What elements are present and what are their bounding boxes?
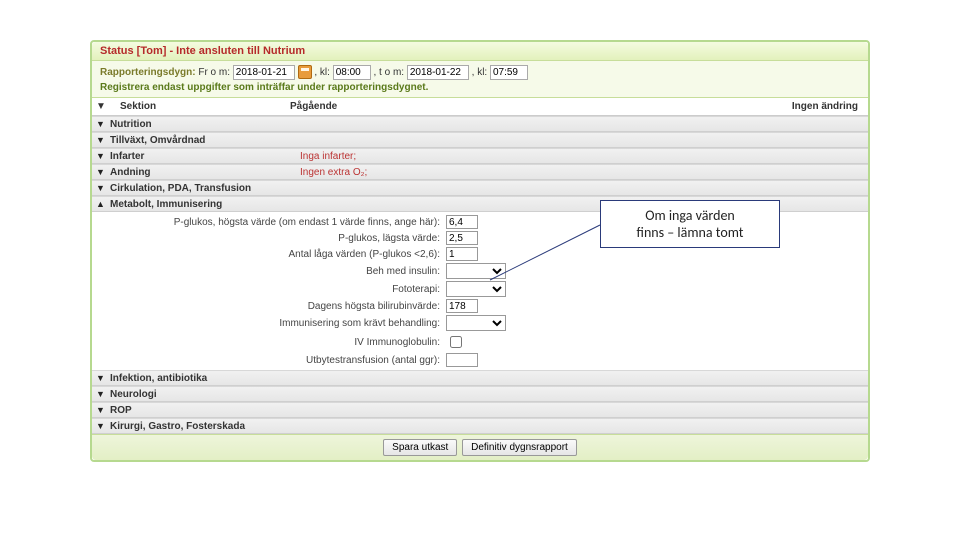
column-headers: ▼ Sektion Pågående Ingen ändring xyxy=(92,98,868,116)
section-title: Kirurgi, Gastro, Fosterskada xyxy=(110,421,300,432)
callout-line1: Om inga värden xyxy=(609,207,771,224)
field-label: IV Immunoglobulin: xyxy=(96,337,446,348)
chevron-down-icon: ▼ xyxy=(96,374,110,383)
chevron-down-icon: ▼ xyxy=(96,120,110,129)
field-label: P-glukos, högsta värde (om endast 1 värd… xyxy=(96,217,446,228)
status-text: Status [Tom] - Inte ansluten till Nutriu… xyxy=(100,45,305,57)
to-time-input[interactable] xyxy=(490,65,528,80)
col-nochange: Ingen ändring xyxy=(744,101,864,112)
kl-label-1: kl: xyxy=(320,67,330,78)
pglukos-high-input[interactable] xyxy=(446,215,478,229)
period-label: Rapporteringsdygn: xyxy=(100,67,196,78)
field-label: Dagens högsta bilirubinvärde: xyxy=(96,301,446,312)
fototerapi-select[interactable] xyxy=(446,281,506,297)
field-label: Immunisering som krävt behandling: xyxy=(96,318,446,329)
save-draft-button[interactable]: Spara utkast xyxy=(383,439,457,456)
kl-label-2: kl: xyxy=(477,67,487,78)
section-nutrition[interactable]: ▼ Nutrition xyxy=(92,116,868,132)
section-title: Andning xyxy=(110,167,300,178)
section-title: Nutrition xyxy=(110,119,300,130)
instruction-note: Registrera endast uppgifter som inträffa… xyxy=(92,82,868,98)
chevron-down-icon: ▼ xyxy=(96,184,110,193)
from-time-input[interactable] xyxy=(333,65,371,80)
footer-actions: Spara utkast Definitiv dygnsrapport xyxy=(92,434,868,460)
field-label: P-glukos, lägsta värde: xyxy=(96,233,446,244)
antal-laga-input[interactable] xyxy=(446,247,478,261)
reporting-period: Rapporteringsdygn: Fr o m: , kl: , t o m… xyxy=(92,61,868,82)
field-label: Utbytestransfusion (antal ggr): xyxy=(96,355,446,366)
chevron-down-icon: ▼ xyxy=(96,168,110,177)
section-title: Infektion, antibiotika xyxy=(110,373,300,384)
field-immunisering: Immunisering som krävt behandling: xyxy=(92,314,868,332)
field-label: Beh med insulin: xyxy=(96,266,446,277)
iv-immunoglobulin-checkbox[interactable] xyxy=(450,336,462,348)
section-andning[interactable]: ▼ Andning Ingen extra O₂; xyxy=(92,164,868,180)
field-iv-immunoglobulin: IV Immunoglobulin: xyxy=(92,332,868,352)
from-date-input[interactable] xyxy=(233,65,295,80)
col-section: Sektion xyxy=(110,101,290,112)
report-panel: Status [Tom] - Inte ansluten till Nutriu… xyxy=(90,40,870,462)
calendar-icon[interactable] xyxy=(298,65,312,79)
field-label: Antal låga värden (P-glukos <2,6): xyxy=(96,249,446,260)
section-title: Metabolt, Immunisering xyxy=(110,199,300,210)
chevron-down-icon: ▼ xyxy=(96,390,110,399)
field-label: Fototerapi: xyxy=(96,284,446,295)
immunisering-select[interactable] xyxy=(446,315,506,331)
to-date-input[interactable] xyxy=(407,65,469,80)
section-title: Cirkulation, PDA, Transfusion xyxy=(110,183,300,194)
expand-all-icon[interactable]: ▼ xyxy=(96,101,110,112)
status-bar: Status [Tom] - Inte ansluten till Nutriu… xyxy=(92,42,868,61)
annotation-callout: Om inga värden finns – lämna tomt xyxy=(600,200,780,248)
section-kirurgi[interactable]: ▼ Kirurgi, Gastro, Fosterskada xyxy=(92,418,868,434)
section-status: Inga infarter; xyxy=(300,151,864,162)
final-report-button[interactable]: Definitiv dygnsrapport xyxy=(462,439,577,456)
section-infektion[interactable]: ▼ Infektion, antibiotika xyxy=(92,370,868,386)
from-label: Fr o m: xyxy=(198,67,230,78)
chevron-down-icon: ▼ xyxy=(96,136,110,145)
section-cirkulation[interactable]: ▼ Cirkulation, PDA, Transfusion xyxy=(92,180,868,196)
chevron-down-icon: ▼ xyxy=(96,406,110,415)
chevron-down-icon: ▼ xyxy=(96,422,110,431)
field-insulin: Beh med insulin: xyxy=(92,262,868,280)
insulin-select[interactable] xyxy=(446,263,506,279)
field-antal-laga: Antal låga värden (P-glukos <2,6): xyxy=(92,246,868,262)
section-rop[interactable]: ▼ ROP xyxy=(92,402,868,418)
col-ongoing: Pågående xyxy=(290,101,744,112)
field-fototerapi: Fototerapi: xyxy=(92,280,868,298)
chevron-down-icon: ▼ xyxy=(96,152,110,161)
field-utbytestransfusion: Utbytestransfusion (antal ggr): xyxy=(92,352,868,368)
section-neurologi[interactable]: ▼ Neurologi xyxy=(92,386,868,402)
section-title: Tillväxt, Omvårdnad xyxy=(110,135,300,146)
callout-line2: finns – lämna tomt xyxy=(609,224,771,241)
section-title: ROP xyxy=(110,405,300,416)
bilirubin-input[interactable] xyxy=(446,299,478,313)
section-status: Ingen extra O₂; xyxy=(300,167,864,178)
section-tillvaxt[interactable]: ▼ Tillväxt, Omvårdnad xyxy=(92,132,868,148)
chevron-up-icon: ▲ xyxy=(96,200,110,209)
section-title: Neurologi xyxy=(110,389,300,400)
utbytestransfusion-input[interactable] xyxy=(446,353,478,367)
field-bilirubin: Dagens högsta bilirubinvärde: xyxy=(92,298,868,314)
section-title: Infarter xyxy=(110,151,300,162)
section-infarter[interactable]: ▼ Infarter Inga infarter; xyxy=(92,148,868,164)
to-label: t o m: xyxy=(379,67,404,78)
pglukos-low-input[interactable] xyxy=(446,231,478,245)
